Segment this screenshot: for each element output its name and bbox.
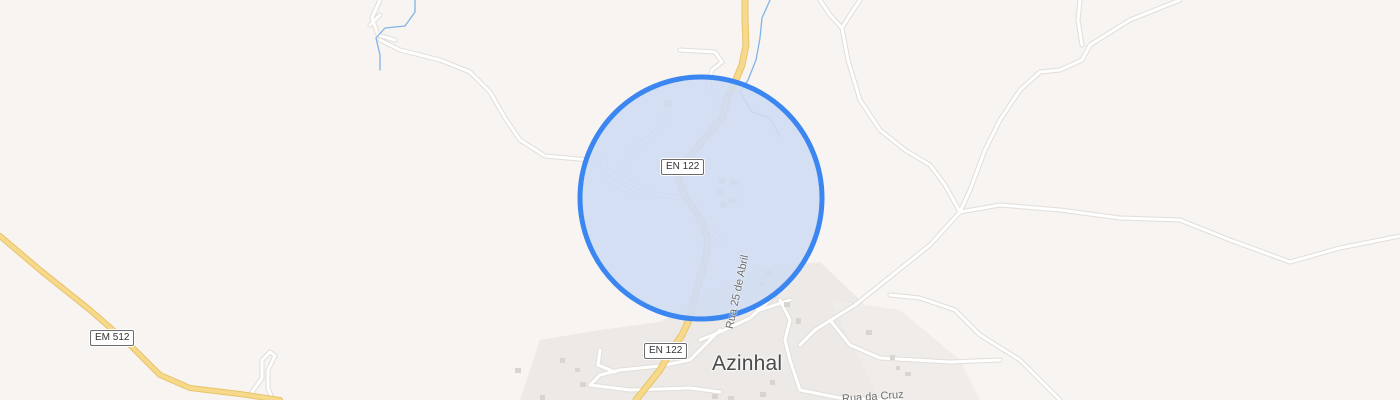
road-shield-en122-north: EN 122: [661, 159, 705, 175]
location-radius-circle: [577, 74, 825, 322]
map-base-layer: [0, 0, 1400, 400]
road-shield-em512: EM 512: [90, 330, 135, 346]
road-shield-en122-south: EN 122: [644, 343, 688, 359]
town-label: Azinhal: [712, 352, 783, 375]
map-canvas[interactable]: EN 122 EN 122 EM 512 Rua 25 de Abril Rua…: [0, 0, 1400, 400]
road-em512: [0, 233, 283, 400]
